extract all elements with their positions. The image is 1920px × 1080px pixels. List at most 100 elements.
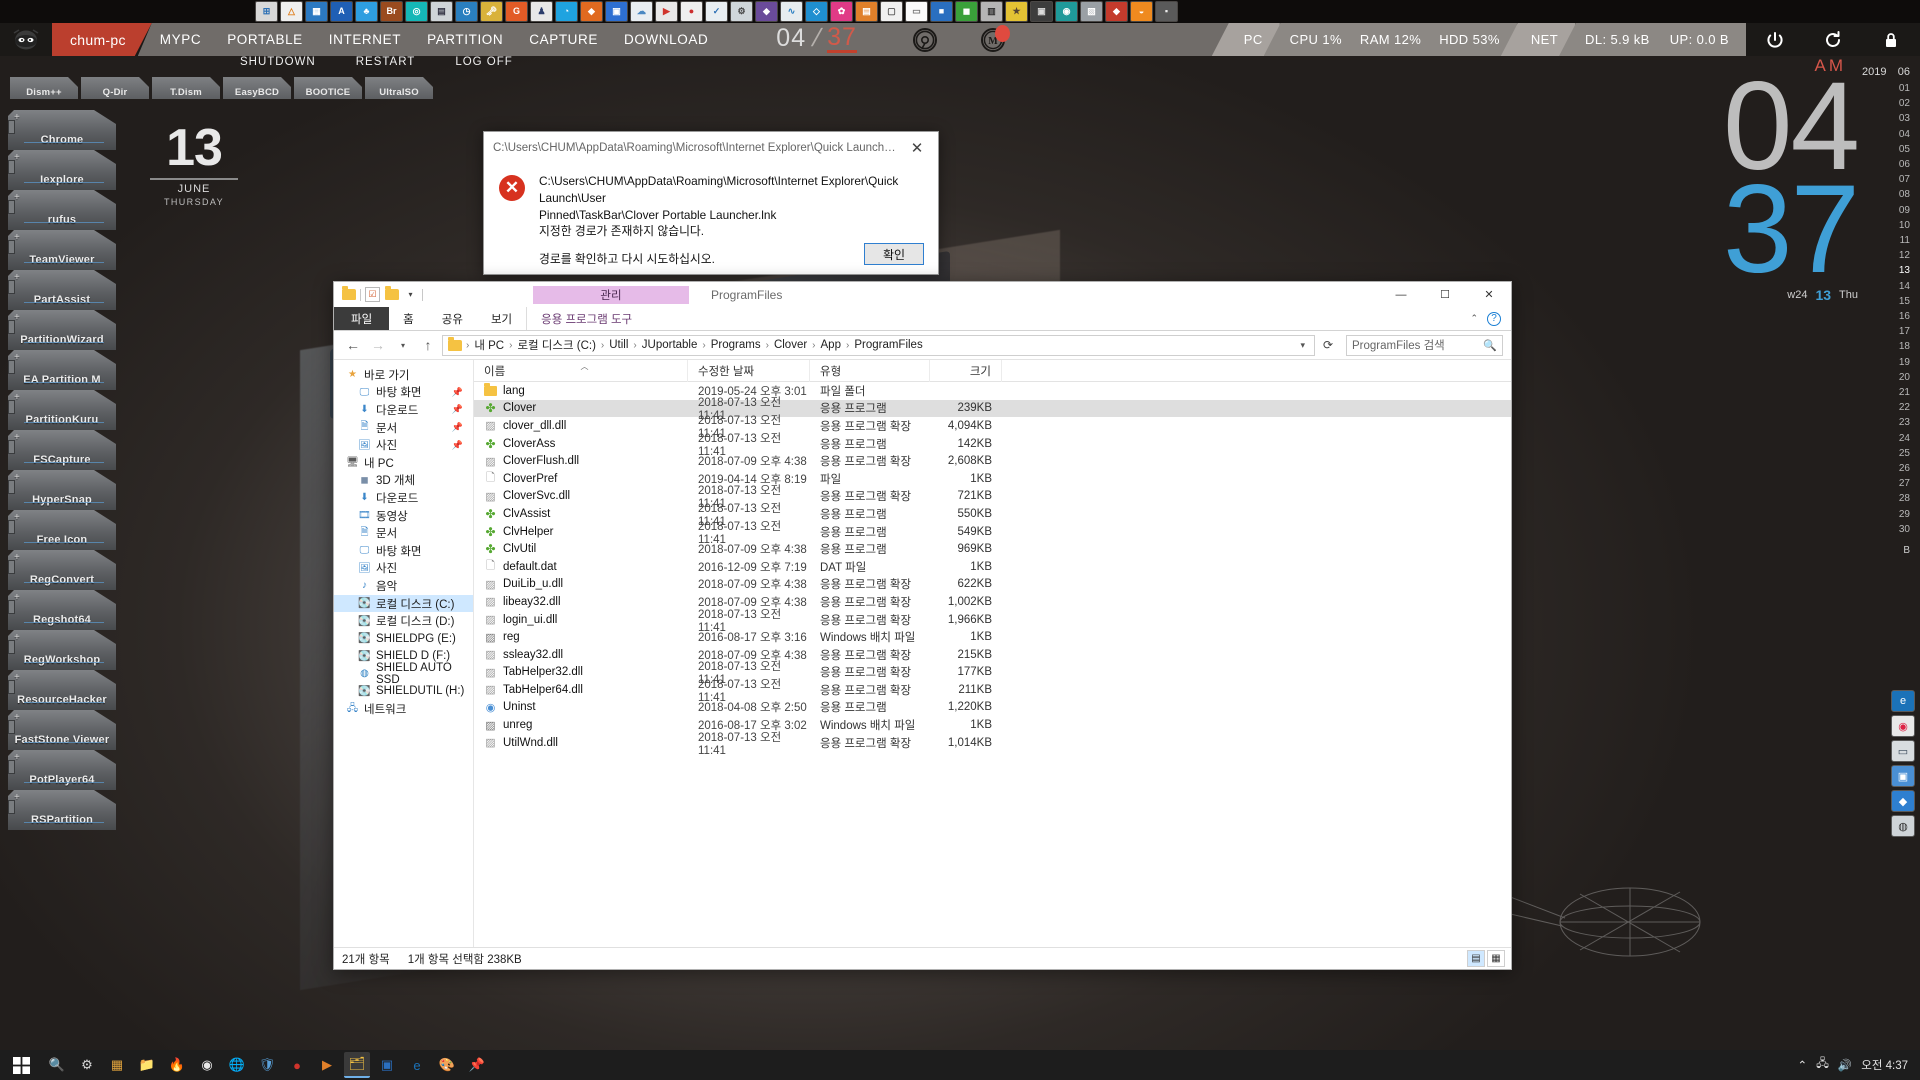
chrome-icon[interactable]: ◉	[194, 1052, 220, 1078]
taskbar-clock[interactable]: 오전 4:37	[1861, 1057, 1908, 1073]
breadcrumb-item-2[interactable]: Utill	[605, 339, 632, 351]
orange2-app-icon[interactable]: ◒	[1130, 1, 1153, 22]
refresh-icon[interactable]: ⟳	[1318, 335, 1338, 356]
launcher-faststone-viewer[interactable]: + FastStone Viewer	[8, 710, 116, 750]
ribbon-tab-share[interactable]: 공유	[428, 307, 477, 330]
lock-icon[interactable]	[1862, 23, 1920, 56]
nav-item-문서[interactable]: 🗎 문서	[334, 524, 473, 542]
windows-start-icon[interactable]	[0, 1050, 42, 1080]
nav-item-로컬-디스크-(C:)[interactable]: 💽 로컬 디스크 (C:)	[334, 594, 473, 613]
dark-app-icon[interactable]: ▣	[1030, 1, 1053, 22]
table-row[interactable]: ▨ unreg 2016-08-17 오후 3:02 Windows 배치 파일 1KB	[474, 716, 1511, 734]
blue-dock-icon[interactable]: ◆	[1891, 790, 1915, 812]
calendar-day[interactable]: 22	[1862, 400, 1910, 415]
minimize-icon[interactable]: —	[1379, 282, 1423, 307]
calendar-day[interactable]: 10	[1862, 218, 1910, 233]
calendar-day[interactable]: 17	[1862, 324, 1910, 339]
tool-tab-bootice[interactable]: BOOTICE	[294, 77, 362, 99]
launcher-handle[interactable]	[8, 320, 15, 334]
orange-doc-icon[interactable]: G	[505, 1, 528, 22]
nav-item-문서[interactable]: 🗎 문서 📌	[334, 419, 473, 437]
nav-item-다운로드[interactable]: ⬇ 다운로드 📌	[334, 401, 473, 419]
nav-item-바탕-화면[interactable]: 🖵 바탕 화면 📌	[334, 384, 473, 402]
back-icon[interactable]: ←	[342, 334, 364, 356]
launcher-resourcehacker[interactable]: + ResourceHacker	[8, 670, 116, 710]
nav-item-로컬-디스크-(D:)[interactable]: 💽 로컬 디스크 (D:)	[334, 612, 473, 630]
calc-icon[interactable]: ▦	[104, 1052, 130, 1078]
calendar-day[interactable]: 28	[1862, 491, 1910, 506]
ok-button[interactable]: 확인	[864, 243, 924, 265]
m-app-icon[interactable]: M	[980, 24, 1010, 52]
calendar-day[interactable]: 16	[1862, 309, 1910, 324]
search-icon[interactable]: 🔍	[44, 1052, 70, 1078]
grid-app-icon[interactable]: ▦	[305, 1, 328, 22]
calendar-day[interactable]: 07	[1862, 172, 1910, 187]
calendar-day[interactable]: 03	[1862, 111, 1910, 126]
launcher-handle[interactable]	[8, 120, 15, 134]
record-icon[interactable]: ●	[284, 1052, 310, 1078]
calendar-day[interactable]: 01	[1862, 81, 1910, 96]
folder-icon[interactable]: 📁	[134, 1052, 160, 1078]
teal-app-icon[interactable]: ◎	[405, 1, 428, 22]
launcher-free-icon[interactable]: + Free Icon	[8, 510, 116, 550]
management-contextual-tab[interactable]: 관리	[533, 285, 689, 304]
person-icon[interactable]: ♟	[530, 1, 553, 22]
launcher-handle[interactable]	[8, 680, 15, 694]
breadcrumb-item-6[interactable]: App	[817, 339, 845, 351]
table-row[interactable]: ✤ CloverAss 2018-07-13 오전 11:41 응용 프로그램 142K…	[474, 433, 1511, 458]
paint-icon[interactable]: 🎨	[434, 1052, 460, 1078]
ribbon-tab-home[interactable]: 홈	[389, 307, 428, 330]
table-row[interactable]: ▨ CloverFlush.dll 2018-07-09 오후 4:38 응용 프로그…	[474, 452, 1511, 470]
launcher-handle[interactable]	[8, 280, 15, 294]
launcher-iexplore[interactable]: + Iexplore	[8, 150, 116, 190]
launcher-handle[interactable]	[8, 520, 15, 534]
nav-item-3D-개체[interactable]: ◼ 3D 개체	[334, 472, 473, 490]
table-row[interactable]: 🗋 default.dat 2016-12-09 오후 7:19 DAT 파일 1KB	[474, 558, 1511, 576]
yellow-app-icon[interactable]: ★	[1005, 1, 1028, 22]
column-header-date[interactable]: 수정한 날짜	[688, 360, 810, 382]
calendar-day[interactable]: 27	[1862, 476, 1910, 491]
menu-mypc[interactable]: MYPC	[160, 32, 201, 47]
menu-portable[interactable]: PORTABLE	[227, 32, 303, 47]
dropdown-icon[interactable]: ▾	[403, 287, 418, 302]
breadcrumb-item-4[interactable]: Programs	[707, 339, 765, 351]
quicklaunch-icon-strip[interactable]: ⊞ △ ▦ A ♣ Br ◎ ▤ ◷ 🗝 G ♟ ◔ ◆ ▣ ☁ ▶ ● ✓ ⚙…	[0, 0, 1920, 23]
calendar-day[interactable]: 14	[1862, 279, 1910, 294]
nav-item-다운로드[interactable]: ⬇ 다운로드	[334, 489, 473, 507]
launcher-handle[interactable]	[8, 800, 15, 814]
gear-icon[interactable]: ⚙	[730, 1, 753, 22]
menu-partition[interactable]: PARTITION	[427, 32, 503, 47]
orange-flame-icon[interactable]: ◆	[580, 1, 603, 22]
logoff-button[interactable]: LOG OFF	[455, 56, 512, 74]
tool-tab-ultraiso[interactable]: UltraISO	[365, 77, 433, 99]
launcher-teamviewer[interactable]: + TeamViewer	[8, 230, 116, 270]
calendar-day[interactable]: 06	[1862, 157, 1910, 172]
nav-item-사진[interactable]: 🖼 사진 📌	[334, 436, 473, 454]
pin-icon[interactable]: 📌	[452, 404, 463, 415]
column-header-size[interactable]: 크기	[930, 360, 1002, 382]
note-icon[interactable]: ▭	[905, 1, 928, 22]
calendar-day[interactable]: 08	[1862, 187, 1910, 202]
up-icon[interactable]: ↑	[417, 334, 439, 356]
menu-download[interactable]: DOWNLOAD	[624, 32, 708, 47]
nav-item-바로-가기[interactable]: ★ 바로 가기	[334, 366, 473, 384]
power-icon[interactable]	[1746, 23, 1804, 56]
calendar-day[interactable]: 20	[1862, 370, 1910, 385]
launcher-handle[interactable]	[8, 200, 15, 214]
pin-icon[interactable]: 📌	[452, 440, 463, 451]
windows-icon[interactable]: ⊞	[255, 1, 278, 22]
misc-app-icon[interactable]: ▥	[980, 1, 1003, 22]
wave-icon[interactable]: ∿	[780, 1, 803, 22]
explorer-icon[interactable]: 🗂	[344, 1052, 370, 1078]
white-app-icon[interactable]: ▢	[880, 1, 903, 22]
launcher-partitionkuru[interactable]: + PartitionKuru	[8, 390, 116, 430]
table-row[interactable]: ▨ ssleay32.dll 2018-07-09 오후 4:38 응용 프로그램 확…	[474, 646, 1511, 664]
breadcrumb-item-7[interactable]: ProgramFiles	[850, 339, 926, 351]
chrome-dock-icon[interactable]: ◉	[1891, 715, 1915, 737]
calendar-day[interactable]: 25	[1862, 446, 1910, 461]
calendar-day[interactable]: 18	[1862, 339, 1910, 354]
table-row[interactable]: ▨ TabHelper64.dll 2018-07-13 오전 11:41 응용 프로…	[474, 679, 1511, 704]
table-row[interactable]: ✤ ClvHelper 2018-07-13 오전 11:41 응용 프로그램 549K…	[474, 521, 1511, 546]
calendar-day[interactable]: 09	[1862, 203, 1910, 218]
last-app-icon[interactable]: ▪	[1155, 1, 1178, 22]
